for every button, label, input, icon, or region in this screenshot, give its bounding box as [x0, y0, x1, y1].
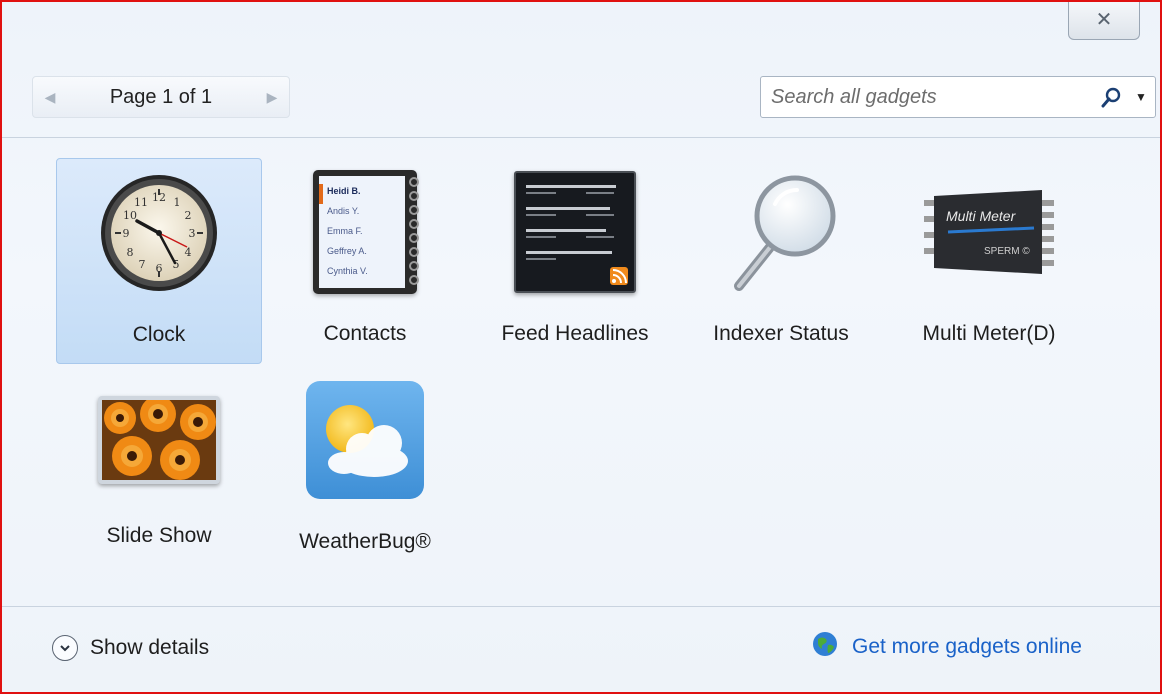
show-details-button[interactable]: Show details [52, 635, 209, 661]
magnifier-icon [711, 172, 851, 292]
svg-text:10: 10 [123, 209, 137, 222]
show-details-label: Show details [90, 636, 210, 659]
gadget-multi-meter[interactable]: Multi Meter SPERM © Multi Meter(D) [886, 158, 1092, 364]
gadget-contacts[interactable]: Heidi B. Andis Y. Emma F. Geffrey A. Cyn… [262, 158, 468, 364]
search-input[interactable] [761, 77, 1097, 117]
footer: Show details Get more gadgets online [2, 606, 1160, 692]
search-icon[interactable] [1097, 77, 1127, 117]
svg-text:9: 9 [123, 227, 130, 240]
gadget-label: Multi Meter(D) [922, 322, 1056, 345]
svg-text:3: 3 [189, 227, 196, 240]
page-indicator: Page 1 of 1 [109, 85, 213, 108]
gadget-indexer-status[interactable]: Indexer Status [678, 158, 884, 364]
pager: ◀ Page 1 of 1 ▶ [32, 76, 290, 118]
contact-name: Heidi B. [327, 186, 361, 196]
gadget-label: Slide Show [106, 524, 212, 547]
contact-name: Andis Y. [327, 206, 360, 216]
gadget-grid: 12 3 69 12 45 78 10 11 Clock Heidi B. An… [2, 138, 1160, 606]
gadget-clock[interactable]: 12 3 69 12 45 78 10 11 Clock [56, 158, 262, 364]
svg-text:11: 11 [134, 196, 148, 209]
gadget-label: Feed Headlines [501, 322, 649, 345]
weather-icon [295, 380, 435, 500]
close-icon: ✕ [1095, 9, 1113, 31]
close-button[interactable]: ✕ [1068, 2, 1140, 40]
gadget-label: Indexer Status [713, 322, 849, 345]
svg-text:12: 12 [152, 191, 166, 204]
contacts-icon: Heidi B. Andis Y. Emma F. Geffrey A. Cyn… [295, 170, 435, 294]
chevron-down-icon [52, 635, 78, 661]
clock-icon: 12 3 69 12 45 78 10 11 [89, 173, 229, 293]
chevron-down-icon: ▼ [1135, 90, 1147, 104]
chevron-left-icon: ◀ [44, 88, 56, 105]
svg-text:7: 7 [139, 258, 146, 271]
gadget-slide-show[interactable]: Slide Show [56, 366, 262, 572]
gadget-gallery-window: ✕ ◀ Page 1 of 1 ▶ ▼ [0, 0, 1162, 694]
contact-name: Cynthia V. [327, 266, 368, 276]
contact-name: Emma F. [327, 226, 363, 236]
photo-icon [89, 380, 229, 500]
globe-icon [812, 631, 838, 662]
svg-text:6: 6 [156, 262, 163, 275]
contact-name: Geffrey A. [327, 246, 367, 256]
svg-text:8: 8 [127, 246, 134, 259]
svg-text:1: 1 [174, 196, 181, 209]
rss-feed-icon [505, 171, 645, 293]
chevron-right-icon: ▶ [266, 88, 278, 105]
next-page-button[interactable]: ▶ [255, 77, 289, 117]
get-more-gadgets-label: Get more gadgets online [852, 634, 1082, 658]
svg-text:4: 4 [185, 246, 192, 259]
gadget-weatherbug[interactable]: WeatherBug® [262, 366, 468, 572]
chip-meter-icon: Multi Meter SPERM © [919, 172, 1059, 292]
gadget-feed-headlines[interactable]: Feed Headlines [472, 158, 678, 364]
search-dropdown-button[interactable]: ▼ [1127, 77, 1155, 117]
svg-text:2: 2 [185, 209, 192, 222]
multimeter-subtitle: SPERM © [984, 246, 1030, 257]
search-box: ▼ [760, 76, 1156, 118]
toolbar: ◀ Page 1 of 1 ▶ ▼ [2, 62, 1160, 138]
gadget-label: Clock [132, 323, 186, 346]
gadget-label: WeatherBug® [299, 530, 431, 553]
get-more-gadgets-link[interactable]: Get more gadgets online [812, 631, 1082, 662]
gadget-label: Contacts [323, 322, 407, 345]
multimeter-title: Multi Meter [946, 208, 1016, 224]
prev-page-button[interactable]: ◀ [33, 77, 67, 117]
